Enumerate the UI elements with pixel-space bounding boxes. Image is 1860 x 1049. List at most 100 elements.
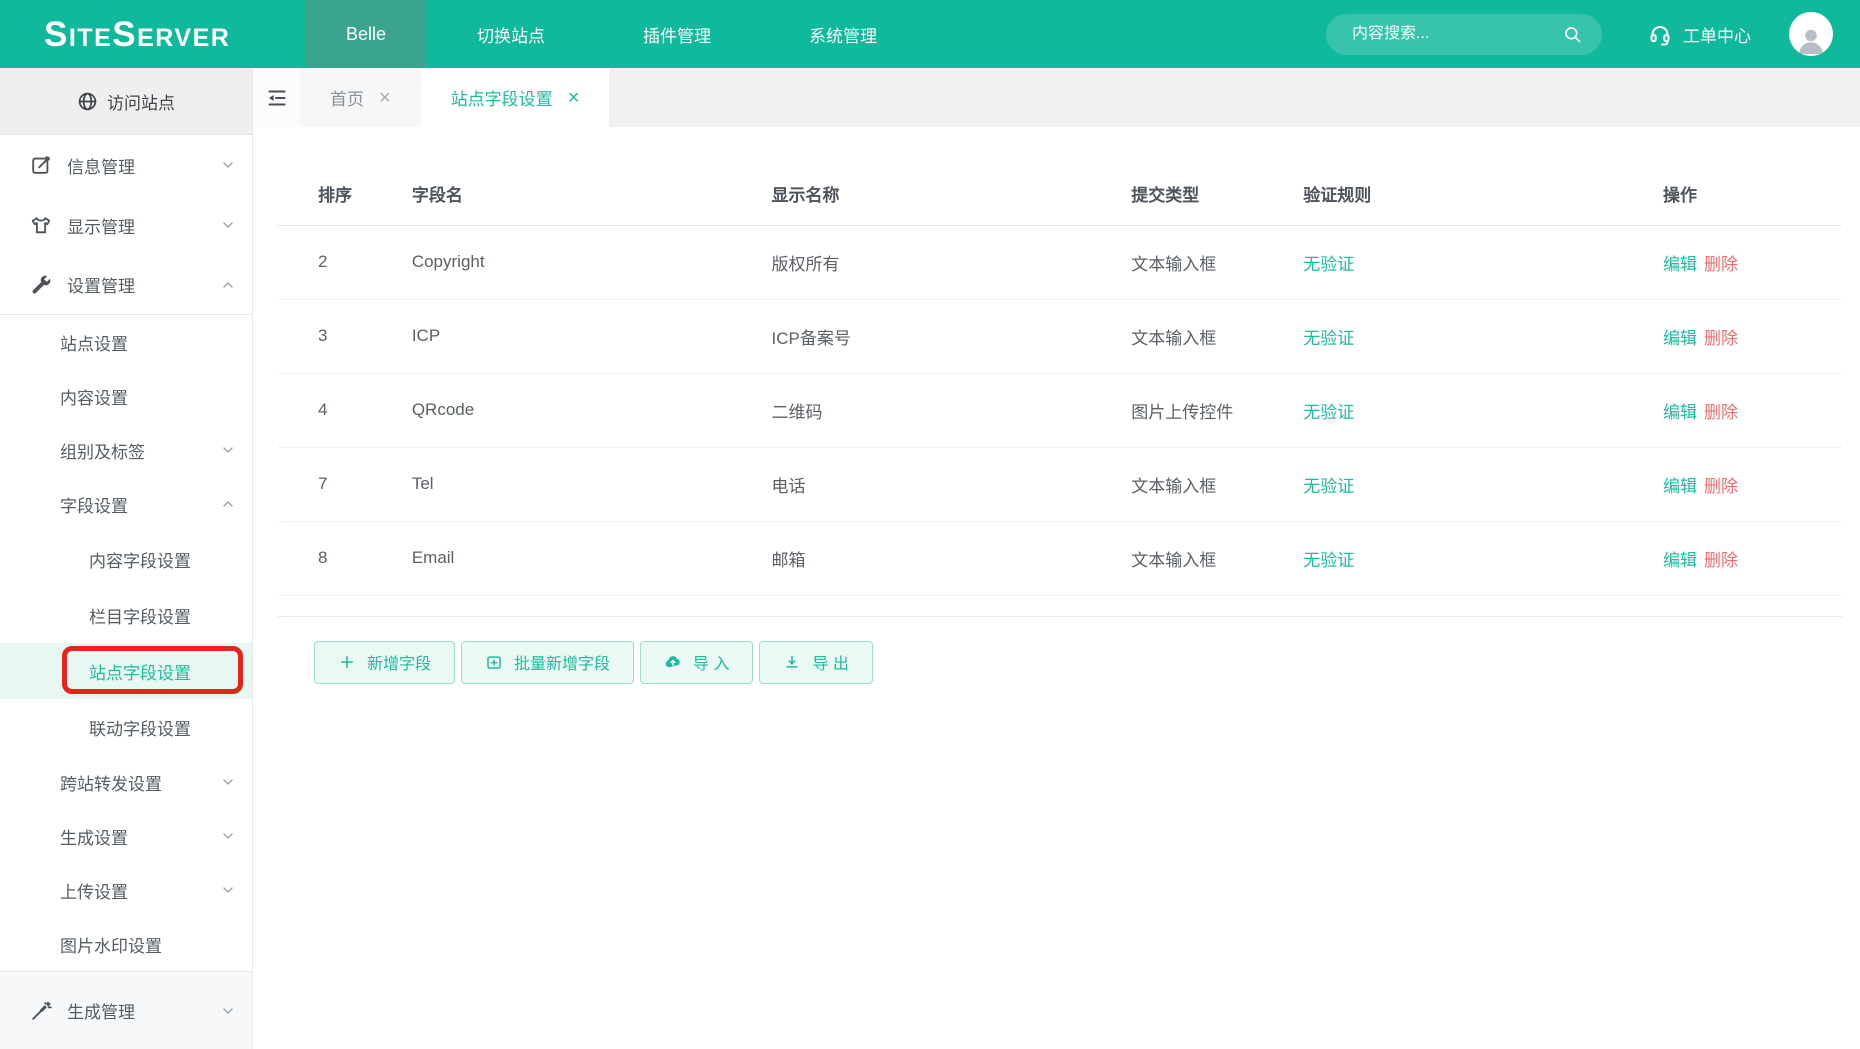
sidebar-item-label: 跨站转发设置: [60, 770, 162, 795]
input-type-cell: 文本输入框: [1091, 521, 1263, 595]
chevron-up-icon: [220, 277, 236, 293]
validation-rule-link[interactable]: 无验证: [1303, 551, 1354, 570]
edit-link[interactable]: 编辑: [1663, 255, 1697, 274]
ticket-center-link[interactable]: 工单中心: [1648, 22, 1751, 47]
tabs-holder: 首页×站点字段设置×: [300, 68, 609, 127]
button-label: 批量新增字段: [514, 650, 610, 674]
chevron-up-icon: [220, 496, 236, 512]
sidebar-item[interactable]: 设置管理: [0, 255, 252, 315]
sidebar-item[interactable]: 栏目字段设置: [0, 587, 252, 643]
header-nav-item[interactable]: 插件管理: [632, 22, 722, 47]
sidebar-item[interactable]: 生成设置: [0, 809, 252, 863]
page-content: 排序字段名显示名称提交类型验证规则操作 2Copyright版权所有文本输入框无…: [253, 127, 1860, 684]
edit-link[interactable]: 编辑: [1663, 477, 1697, 496]
sidebar-item[interactable]: 字段设置: [0, 477, 252, 531]
tab-active[interactable]: 站点字段设置×: [421, 68, 610, 127]
button-label: 导 出: [812, 650, 848, 674]
sidebar-item-label: 图片水印设置: [60, 932, 162, 957]
sidebar-item[interactable]: 信息管理: [0, 135, 252, 195]
delete-link[interactable]: 删除: [1704, 255, 1738, 274]
edit-link[interactable]: 编辑: [1663, 551, 1697, 570]
section-divider: [278, 616, 1842, 617]
validation-rule-cell: 无验证: [1263, 447, 1623, 521]
validation-rule-cell: 无验证: [1263, 225, 1623, 299]
input-type-cell: 文本输入框: [1091, 225, 1263, 299]
app-logo: SITESERVER: [44, 17, 256, 52]
current-site-tab[interactable]: Belle: [306, 0, 426, 68]
wand-icon: [30, 1000, 52, 1022]
sidebar-item[interactable]: 内容字段设置: [0, 531, 252, 587]
sidebar-item[interactable]: 联动字段设置: [0, 699, 252, 755]
column-header: 操作: [1623, 162, 1842, 225]
batch-add-fields-button[interactable]: 批量新增字段: [461, 641, 634, 684]
display-name-cell: 邮箱: [732, 521, 1092, 595]
sidebar-item[interactable]: 显示管理: [0, 195, 252, 255]
table-row: 7Tel电话文本输入框无验证编辑删除: [278, 447, 1842, 521]
sidebar-item[interactable]: 内容设置: [0, 369, 252, 423]
input-type-cell: 图片上传控件: [1091, 373, 1263, 447]
globe-icon: [77, 91, 98, 112]
collapse-sidebar-button[interactable]: [253, 68, 300, 127]
sidebar-item-label: 联动字段设置: [89, 715, 191, 740]
display-name-cell: ICP备案号: [732, 299, 1092, 373]
search-icon[interactable]: [1563, 25, 1582, 44]
sidebar-item[interactable]: 上传设置: [0, 863, 252, 917]
display-name-cell: 二维码: [732, 373, 1092, 447]
chevron-down-icon: [220, 1003, 236, 1019]
table-row: 3ICPICP备案号文本输入框无验证编辑删除: [278, 299, 1842, 373]
sidebar-item[interactable]: 生成管理: [0, 971, 252, 1049]
avatar[interactable]: [1789, 12, 1833, 56]
visit-site-button[interactable]: 访问站点: [0, 68, 252, 135]
tab-label: 首页: [330, 85, 364, 110]
validation-rule-link[interactable]: 无验证: [1303, 329, 1354, 348]
sidebar-item-active[interactable]: 站点字段设置: [0, 643, 252, 699]
collapse-icon: [265, 86, 289, 110]
fields-table: 排序字段名显示名称提交类型验证规则操作 2Copyright版权所有文本输入框无…: [278, 162, 1842, 596]
tab[interactable]: 首页 ×: [300, 68, 421, 127]
search-input[interactable]: [1352, 25, 1563, 43]
delete-link[interactable]: 删除: [1704, 477, 1738, 496]
edit-icon: [30, 154, 52, 176]
import-button[interactable]: 导 入: [640, 641, 753, 684]
sidebar-item[interactable]: 图片水印设置: [0, 917, 252, 971]
sidebar-item[interactable]: 跨站转发设置: [0, 755, 252, 809]
edit-link[interactable]: 编辑: [1663, 403, 1697, 422]
sidebar-item-label: 信息管理: [67, 153, 135, 178]
delete-link[interactable]: 删除: [1704, 403, 1738, 422]
validation-rule-cell: 无验证: [1263, 299, 1623, 373]
header-nav-item[interactable]: 系统管理: [798, 22, 888, 47]
sidebar-item-label: 栏目字段设置: [89, 603, 191, 628]
chevron-down-icon: [220, 442, 236, 458]
headset-icon: [1648, 22, 1672, 46]
sidebar-item-label: 字段设置: [60, 492, 128, 517]
tab-close-icon[interactable]: ×: [568, 88, 580, 108]
validation-rule-link[interactable]: 无验证: [1303, 477, 1354, 496]
table-row: 8Email邮箱文本输入框无验证编辑删除: [278, 521, 1842, 595]
input-type-cell: 文本输入框: [1091, 447, 1263, 521]
sidebar-item-label: 生成设置: [60, 824, 128, 849]
delete-link[interactable]: 删除: [1704, 329, 1738, 348]
display-name-cell: 版权所有: [732, 225, 1092, 299]
sidebar-item[interactable]: 组别及标签: [0, 423, 252, 477]
add-field-button[interactable]: 新增字段: [314, 641, 455, 684]
visit-site-label: 访问站点: [107, 89, 175, 114]
content-search-box[interactable]: [1326, 14, 1602, 55]
column-header: 验证规则: [1263, 162, 1623, 225]
sidebar-item-label: 设置管理: [67, 272, 135, 297]
validation-rule-link[interactable]: 无验证: [1303, 255, 1354, 274]
operations-cell: 编辑删除: [1623, 447, 1842, 521]
input-type-cell: 文本输入框: [1091, 299, 1263, 373]
export-button[interactable]: 导 出: [759, 641, 872, 684]
sidebar-item[interactable]: 站点设置: [0, 315, 252, 369]
delete-link[interactable]: 删除: [1704, 551, 1738, 570]
table-row: 2Copyright版权所有文本输入框无验证编辑删除: [278, 225, 1842, 299]
ticket-center-label: 工单中心: [1683, 22, 1751, 47]
sidebar-item-label: 站点设置: [60, 330, 128, 355]
sidebar-item-label: 上传设置: [60, 878, 128, 903]
sidebar: 访问站点 信息管理显示管理设置管理站点设置内容设置组别及标签字段设置内容字段设置…: [0, 68, 253, 1049]
tshirt-icon: [30, 214, 52, 236]
tab-close-icon[interactable]: ×: [379, 88, 391, 108]
header-nav-item[interactable]: 切换站点: [466, 22, 556, 47]
edit-link[interactable]: 编辑: [1663, 329, 1697, 348]
validation-rule-link[interactable]: 无验证: [1303, 403, 1354, 422]
